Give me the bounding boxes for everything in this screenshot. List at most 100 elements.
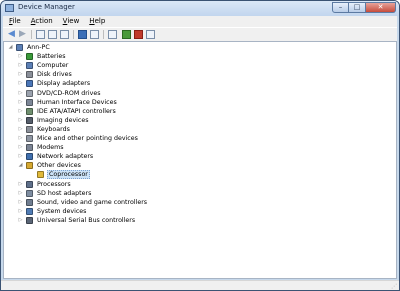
tree-item-label: SD host adapters — [37, 189, 92, 197]
tree-item-label: Ann-PC — [27, 44, 50, 51]
update-driver-icon[interactable] — [122, 30, 131, 39]
hid-icon — [26, 98, 33, 106]
tree-item-network-adapters[interactable]: ▷ Network adapters — [18, 152, 94, 161]
disk-drive-icon — [26, 71, 33, 79]
expander-icon[interactable]: ▷ — [18, 98, 23, 107]
camera-icon — [26, 116, 33, 124]
tree-item-modems[interactable]: ▷ Modems — [18, 143, 65, 152]
tree-item-computer[interactable]: ▷ Computer — [18, 61, 69, 70]
battery-icon — [26, 53, 33, 61]
scan-hardware-icon[interactable] — [108, 30, 117, 39]
expander-icon[interactable]: ▷ — [18, 70, 23, 79]
maximize-button[interactable]: □ — [349, 2, 366, 13]
expander-icon[interactable]: ▷ — [18, 61, 23, 70]
system-device-icon — [26, 207, 33, 215]
tree-item-label: Keyboards — [37, 125, 70, 133]
tree-item-batteries[interactable]: ▷ Batteries — [18, 52, 66, 61]
expander-icon[interactable]: ▷ — [18, 89, 23, 98]
tree-item-label: Universal Serial Bus controllers — [37, 216, 136, 224]
expander-icon[interactable]: ▷ — [18, 216, 23, 225]
expander-icon[interactable]: ▷ — [18, 116, 23, 125]
tree-item-label: System devices — [37, 207, 87, 215]
device-manager-icon — [5, 4, 14, 12]
disable-device-icon[interactable] — [146, 30, 155, 39]
properties-icon[interactable] — [60, 30, 69, 39]
ide-controller-icon — [26, 107, 33, 115]
back-arrow-icon[interactable]: ◀ — [7, 30, 16, 39]
window-controls: – □ ✕ — [332, 2, 396, 14]
tree-item-human-interface-devices[interactable]: ▷ Human Interface Devices — [18, 98, 118, 107]
tree-item-label: Sound, video and game controllers — [37, 198, 148, 206]
expander-icon[interactable]: ◢ — [8, 43, 13, 52]
expander-icon[interactable]: ▷ — [18, 52, 23, 61]
tree-item-universal-serial-bus-controllers[interactable]: ▷ Universal Serial Bus controllers — [18, 216, 136, 225]
tree-item-other-devices[interactable]: ◢ Other devices — [18, 161, 82, 170]
tree-item-keyboards[interactable]: ▷ Keyboards — [18, 125, 71, 134]
tree-item-label: Coprocessor — [47, 170, 90, 180]
title-bar[interactable]: Device Manager – □ ✕ — [1, 1, 399, 16]
expander-icon[interactable]: ▷ — [18, 180, 23, 189]
modem-icon — [26, 144, 33, 152]
tree-item-label: Human Interface Devices — [37, 98, 117, 106]
tree-item-ann-pc[interactable]: ◢ Ann-PC — [8, 43, 51, 52]
window-title: Device Manager — [18, 3, 75, 11]
dvd-drive-icon — [26, 89, 33, 97]
list-view-icon[interactable] — [48, 30, 57, 39]
keyboard-icon — [26, 125, 33, 133]
expander-icon[interactable]: ▷ — [18, 125, 23, 134]
menu-help[interactable]: Help — [83, 16, 109, 27]
forward-arrow-icon[interactable]: ▶ — [18, 30, 27, 39]
tree-item-label: Disk drives — [37, 71, 72, 79]
menu-bar: File Action View Help — [3, 16, 397, 27]
console-tree-icon[interactable] — [36, 30, 45, 39]
tree-item-dvd-cd-rom-drives[interactable]: ▷ DVD/CD-ROM drives — [18, 89, 102, 98]
mouse-icon — [26, 135, 33, 142]
tree-item-label: Batteries — [37, 53, 66, 61]
warning-device-icon — [37, 171, 44, 179]
expander-icon[interactable]: ▷ — [18, 207, 23, 216]
tree-item-coprocessor[interactable]: Coprocessor — [29, 170, 90, 180]
expander-icon[interactable]: ◢ — [18, 161, 23, 170]
usb-icon — [26, 216, 33, 224]
resize-grip-icon[interactable]: ⋰ — [391, 284, 397, 290]
tree-item-processors[interactable]: ▷ Processors — [18, 180, 72, 189]
tree-item-label: DVD/CD-ROM drives — [37, 89, 101, 97]
tree-item-label: Imaging devices — [37, 116, 89, 124]
tree-item-sound-video-and-game-controllers[interactable]: ▷ Sound, video and game controllers — [18, 198, 148, 207]
tree-item-mice-and-other-pointing-devices[interactable]: ▷ Mice and other pointing devices — [18, 134, 139, 143]
unknown-device-icon — [26, 162, 33, 170]
tree-item-sd-host-adapters[interactable]: ▷ SD host adapters — [18, 189, 92, 198]
close-button[interactable]: ✕ — [366, 2, 396, 13]
computer-icon — [16, 44, 23, 51]
tree-item-ide-ata-atapi-controllers[interactable]: ▷ IDE ATA/ATAPI controllers — [18, 107, 117, 116]
expander-icon[interactable]: ▷ — [18, 143, 23, 152]
tree-item-disk-drives[interactable]: ▷ Disk drives — [18, 70, 73, 79]
sd-adapter-icon — [26, 189, 33, 197]
toolbar-separator — [31, 30, 32, 39]
device-tree[interactable]: ◢ Ann-PC ▷ Batteries ▷ Computer ▷ Disk drives ▷ D… — [3, 41, 397, 279]
tree-item-display-adapters[interactable]: ▷ Display adapters — [18, 79, 91, 88]
tree-item-imaging-devices[interactable]: ▷ Imaging devices — [18, 116, 90, 125]
uninstall-icon[interactable] — [134, 30, 143, 39]
menu-file[interactable]: File — [3, 16, 25, 27]
toolbar-separator — [103, 30, 104, 39]
speaker-icon — [26, 198, 33, 206]
device-manager-window: Device Manager – □ ✕ File Action View He… — [0, 0, 400, 291]
help-icon[interactable] — [78, 30, 87, 39]
menu-action[interactable]: Action — [25, 16, 57, 27]
expander-icon[interactable]: ▷ — [18, 79, 23, 88]
status-bar: ⋰ — [1, 280, 399, 290]
tree-item-label: Other devices — [37, 162, 81, 170]
computer-icon — [26, 62, 33, 70]
minimize-button[interactable]: – — [332, 2, 349, 13]
expander-icon[interactable]: ▷ — [18, 134, 23, 143]
expander-icon[interactable]: ▷ — [18, 152, 23, 161]
menu-view[interactable]: View — [57, 16, 84, 27]
tree-item-label: Display adapters — [37, 80, 91, 88]
expander-icon[interactable]: ▷ — [18, 189, 23, 198]
expander-icon[interactable]: ▷ — [18, 198, 23, 207]
tree-item-label: IDE ATA/ATAPI controllers — [37, 107, 116, 115]
tree-item-system-devices[interactable]: ▷ System devices — [18, 207, 87, 216]
action-pane-icon[interactable] — [90, 30, 99, 39]
expander-icon[interactable]: ▷ — [18, 107, 23, 116]
